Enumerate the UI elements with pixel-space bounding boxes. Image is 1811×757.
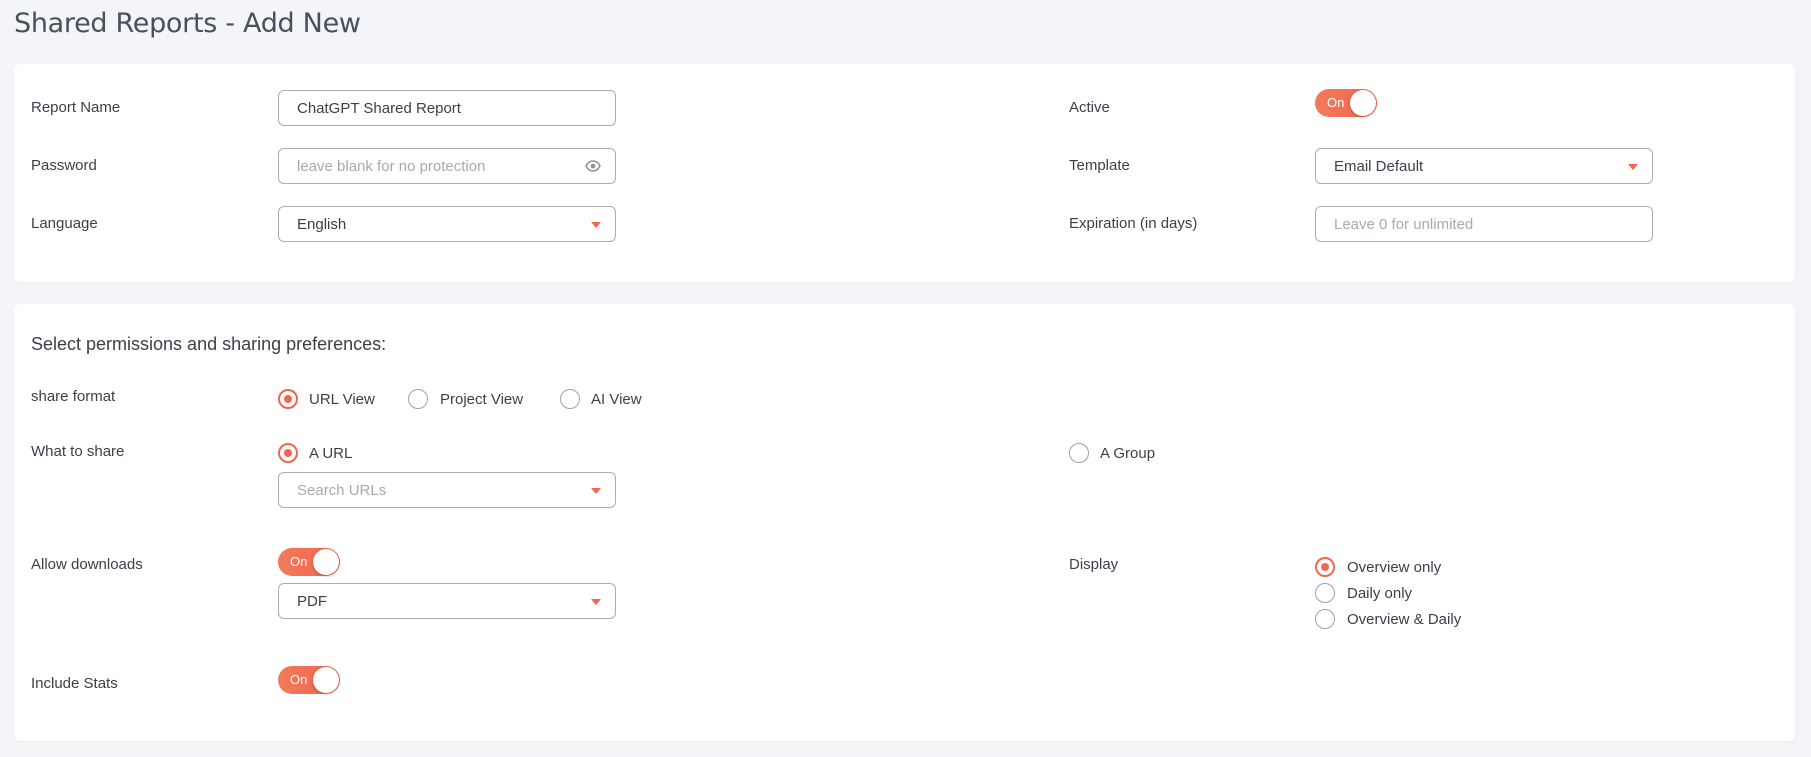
- radio-project-view-label[interactable]: Project View: [440, 391, 523, 408]
- radio-a-group[interactable]: [1069, 443, 1089, 463]
- include-stats-label: Include Stats: [31, 675, 118, 692]
- download-format-select[interactable]: PDF: [278, 583, 616, 619]
- radio-overview-daily-label[interactable]: Overview & Daily: [1347, 611, 1461, 628]
- password-input[interactable]: leave blank for no protection: [278, 148, 616, 184]
- expiration-label: Expiration (in days): [1069, 215, 1198, 232]
- radio-overview-daily[interactable]: [1315, 609, 1335, 629]
- radio-a-url[interactable]: [278, 443, 298, 463]
- share-format-label: share format: [31, 388, 116, 405]
- report-name-label: Report Name: [31, 99, 121, 116]
- expiration-placeholder: Leave 0 for unlimited: [1334, 215, 1474, 233]
- radio-daily-only[interactable]: [1315, 583, 1335, 603]
- expiration-input[interactable]: Leave 0 for unlimited: [1315, 206, 1653, 242]
- language-value: English: [297, 215, 347, 233]
- permissions-heading: Select permissions and sharing preferenc…: [31, 334, 387, 354]
- active-toggle[interactable]: On: [1315, 89, 1377, 117]
- toggle-knob: [1350, 90, 1376, 116]
- page-title: Shared Reports - Add New: [14, 8, 361, 39]
- template-label: Template: [1069, 157, 1130, 174]
- language-select[interactable]: English: [278, 206, 616, 242]
- password-label: Password: [31, 157, 97, 174]
- include-stats-toggle[interactable]: On: [278, 666, 340, 694]
- chevron-down-icon: [591, 599, 601, 605]
- what-to-share-label: What to share: [31, 443, 125, 460]
- search-urls-select[interactable]: Search URLs: [278, 472, 616, 508]
- password-placeholder: leave blank for no protection: [297, 157, 486, 175]
- active-label: Active: [1069, 99, 1110, 116]
- chevron-down-icon: [591, 488, 601, 494]
- allow-downloads-label: Allow downloads: [31, 556, 143, 573]
- radio-url-view-label[interactable]: URL View: [309, 391, 375, 408]
- template-value: Email Default: [1334, 157, 1424, 175]
- language-label: Language: [31, 215, 98, 232]
- radio-project-view[interactable]: [408, 389, 428, 409]
- download-format-value: PDF: [297, 592, 327, 610]
- radio-url-view[interactable]: [278, 389, 298, 409]
- permissions-card: Select permissions and sharing preferenc…: [14, 304, 1795, 741]
- report-name-value: ChatGPT Shared Report: [297, 99, 461, 117]
- radio-daily-only-label[interactable]: Daily only: [1347, 585, 1412, 602]
- chevron-down-icon: [591, 222, 601, 228]
- radio-a-group-label[interactable]: A Group: [1100, 445, 1155, 462]
- chevron-down-icon: [1628, 164, 1638, 170]
- report-name-input[interactable]: ChatGPT Shared Report: [278, 90, 616, 126]
- allow-downloads-toggle-text: On: [290, 554, 308, 569]
- radio-overview-only[interactable]: [1315, 557, 1335, 577]
- toggle-knob: [313, 549, 339, 575]
- radio-a-url-label[interactable]: A URL: [309, 445, 352, 462]
- display-label: Display: [1069, 556, 1119, 573]
- radio-overview-only-label[interactable]: Overview only: [1347, 559, 1441, 576]
- eye-icon[interactable]: [585, 159, 601, 176]
- allow-downloads-toggle[interactable]: On: [278, 548, 340, 576]
- general-settings-card: Report Name ChatGPT Shared Report Passwo…: [14, 64, 1795, 282]
- include-stats-toggle-text: On: [290, 672, 308, 687]
- radio-ai-view-label[interactable]: AI View: [591, 391, 642, 408]
- template-select[interactable]: Email Default: [1315, 148, 1653, 184]
- toggle-knob: [313, 667, 339, 693]
- radio-ai-view[interactable]: [560, 389, 580, 409]
- active-toggle-text: On: [1327, 95, 1345, 110]
- search-urls-placeholder: Search URLs: [297, 481, 387, 499]
